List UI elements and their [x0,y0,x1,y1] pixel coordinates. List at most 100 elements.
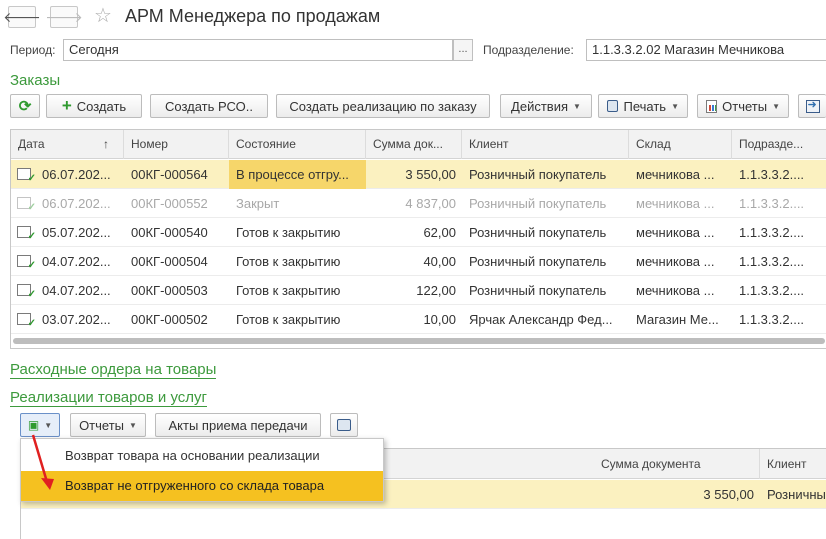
cell-date: 06.07.202... [42,167,111,182]
window-title: АРМ Менеджера по продажам [125,6,381,26]
cell-client: Розничный покупатель [469,196,607,211]
create-button[interactable]: + Создать [46,94,142,118]
cell-number: 00КГ-000503 [131,283,208,298]
cell-date: 06.07.202... [42,196,111,211]
cell-warehouse: мечникова ... [636,283,715,298]
document-posted-icon [17,313,36,329]
cell-division: 1.1.3.3.2.... [739,312,805,327]
orders-section-title: Заказы [10,72,61,89]
arrow-right-icon: 🡒 [45,8,83,25]
column-header-client[interactable]: Клиент [760,449,826,479]
cell-status: Готов к закрытию [236,283,341,298]
document-posted-icon [17,168,36,184]
create-based-on-menu: Возврат товара на основании реализации В… [20,438,384,502]
column-header-client[interactable]: Клиент [462,130,629,159]
cell-warehouse: мечникова ... [636,254,715,269]
cell-status: Закрыт [236,196,280,211]
cell-date: 03.07.202... [42,312,111,327]
menu-item-return-not-shipped[interactable]: Возврат не отгруженного со склада товара [21,471,383,501]
cell-date: 04.07.202... [42,283,111,298]
cell-division: 1.1.3.3.2.... [739,283,805,298]
caret-down-icon: ▼ [573,101,581,111]
menu-item-return-by-sale[interactable]: Возврат товара на основании реализации [21,441,383,471]
orders-table[interactable]: Дата ↑ Номер Состояние Сумма док... Клиен… [10,129,826,349]
actions-button[interactable]: Действия ▼ [500,94,592,118]
cell-number: 00КГ-000504 [131,254,208,269]
table-row[interactable]: 06.07.202... 00КГ-000552 Закрыт 4 837,00… [11,189,826,218]
column-header-warehouse[interactable]: Склад [629,130,732,159]
plus-icon: + [61,96,72,115]
create-sale-label: Создать реализацию по заказу [289,98,477,114]
cell-sum: 10,00 [423,312,456,327]
cell-sum: 3 550,00 [703,487,754,502]
period-select-button[interactable]: ... [453,39,473,61]
acts-button[interactable]: Акты приема передачи [155,413,321,437]
table-row[interactable]: 04.07.202... 00КГ-000504 Готов к закрыти… [11,247,826,276]
cell-number: 00КГ-000552 [131,196,208,211]
print-label: Печать [623,98,667,114]
caret-down-icon: ▼ [772,101,780,111]
cell-division: 1.1.3.3.2.... [739,225,805,240]
cell-status: Готов к закрытию [236,312,341,327]
cell-client: Розничный покупатель [469,167,607,182]
table-row[interactable]: 03.07.202... 00КГ-000502 Готов к закрыти… [11,305,826,334]
refresh-icon: ⟳ [18,98,32,115]
cell-client: Ярчак Александр Фед... [469,312,613,327]
create-sale-button[interactable]: Создать реализацию по заказу [276,94,490,118]
table-header: Дата ↑ Номер Состояние Сумма док... Клиен… [11,130,826,159]
expense-orders-link[interactable]: Расходные ордера на товары [10,361,217,379]
export-button[interactable] [798,94,826,118]
period-label: Период: [10,43,56,57]
cell-sum: 40,00 [423,254,456,269]
period-field[interactable]: Сегодня [63,39,453,61]
document-posted-icon [17,284,36,300]
sales-print-button[interactable] [330,413,358,437]
cell-division: 1.1.3.3.2.... [739,254,805,269]
arrow-left-icon: 🡐 [3,8,41,25]
column-header-number[interactable]: Номер [124,130,229,159]
division-label: Подразделение: [483,43,574,57]
column-header-status[interactable]: Состояние [229,130,366,159]
column-header-sum[interactable]: Сумма док... [366,130,462,159]
sales-reports-button[interactable]: Отчеты ▼ [70,413,146,437]
report-icon [706,99,718,113]
print-button[interactable]: Печать ▼ [598,94,688,118]
create-rso-label: Создать РСО.. [165,98,253,114]
cell-sum: 4 837,00 [405,196,456,211]
division-field[interactable]: 1.1.3.3.2.02 Магазин Мечникова [586,39,826,61]
cell-client: Розничный покупатель [469,254,607,269]
create-button-label: Создать [76,98,127,114]
favorite-star-icon[interactable]: ☆ [94,5,112,27]
cell-warehouse: мечникова ... [636,167,715,182]
cell-sum: 122,00 [416,283,456,298]
sales-reports-label: Отчеты [79,417,124,433]
sales-link[interactable]: Реализации товаров и услуг [10,389,208,407]
acts-label: Акты приема передачи [168,417,308,433]
column-header-division[interactable]: Подразде... [732,130,826,159]
reports-button[interactable]: Отчеты ▼ [697,94,789,118]
create-based-on-button[interactable]: ▣ ▼ [20,413,60,437]
table-row[interactable]: 05.07.202... 00КГ-000540 Готов к закрыти… [11,218,826,247]
reports-label: Отчеты [722,98,768,114]
cell-warehouse: Магазин Ме... [636,312,719,327]
refresh-button[interactable]: ⟳ [10,94,40,118]
table-row[interactable]: 06.07.202... 00КГ-000564 В процессе отгр… [11,160,826,189]
caret-down-icon: ▼ [129,420,137,430]
forward-button[interactable]: 🡒 [45,6,83,28]
cell-date: 05.07.202... [42,225,111,240]
cell-client: Розничный покупатель [469,283,607,298]
cell-number: 00КГ-000540 [131,225,208,240]
create-rso-button[interactable]: Создать РСО.. [150,94,268,118]
cell-division: 1.1.3.3.2.... [739,196,805,211]
cell-status: В процессе отгру... [229,160,366,189]
column-header-date[interactable]: Дата ↑ [11,130,124,159]
table-row[interactable]: 04.07.202... 00КГ-000503 Готов к закрыти… [11,276,826,305]
column-header-sum[interactable]: Сумма документа [594,449,760,479]
caret-down-icon: ▼ [44,420,53,430]
horizontal-scrollbar[interactable] [13,338,825,344]
cell-number: 00КГ-000564 [131,167,208,182]
create-based-on-icon: ▣ [27,418,40,432]
back-button[interactable]: 🡐 [3,6,41,28]
cell-number: 00КГ-000502 [131,312,208,327]
cell-status: Готов к закрытию [236,254,341,269]
